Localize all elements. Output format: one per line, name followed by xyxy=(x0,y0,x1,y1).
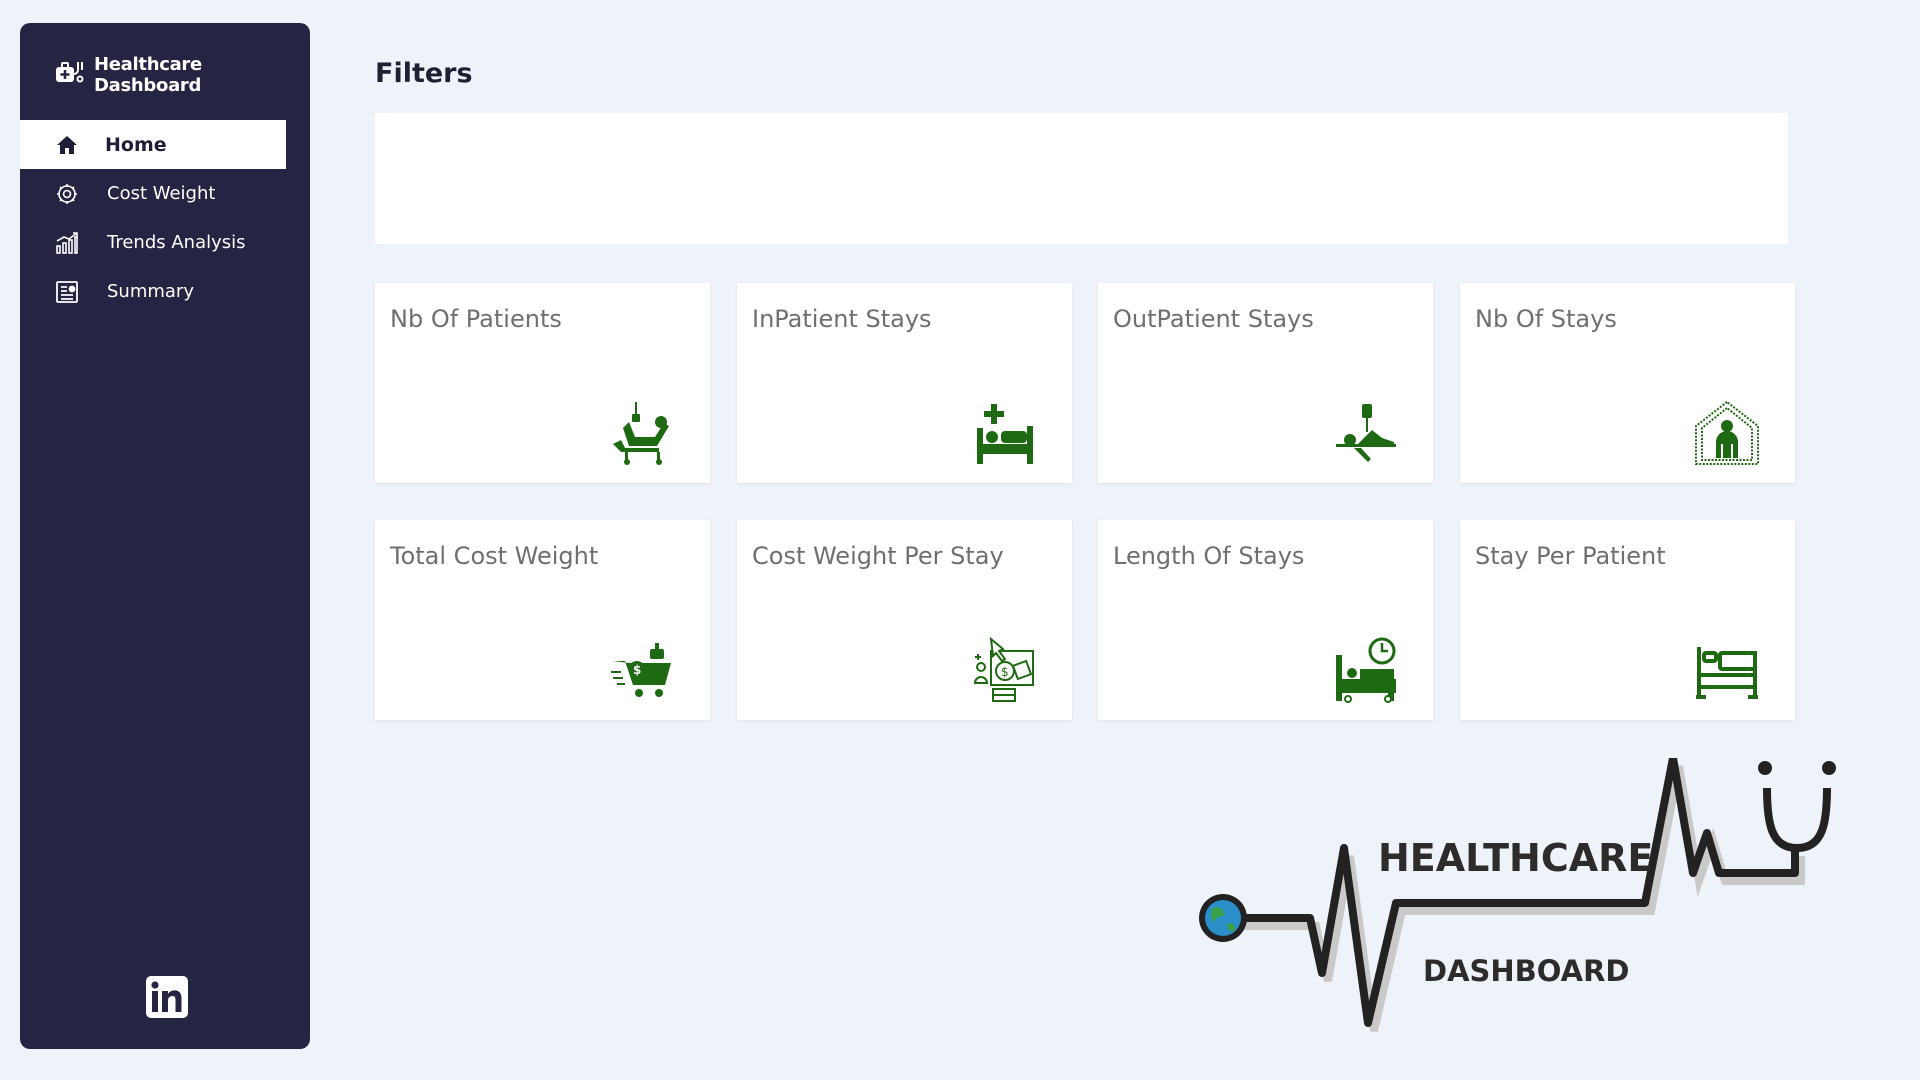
kpi-card-nb-of-stays[interactable]: Nb Of Stays xyxy=(1460,283,1795,483)
kpi-card-inpatient-stays[interactable]: InPatient Stays xyxy=(737,283,1072,483)
svg-text:$: $ xyxy=(1001,665,1009,679)
bed-outline-icon xyxy=(1694,637,1760,703)
sidebar-item-summary[interactable]: Summary xyxy=(20,267,310,316)
logo-line-2: DASHBOARD xyxy=(1423,954,1630,988)
cost-cart-icon: $ xyxy=(609,637,675,703)
kpi-card-outpatient-stays[interactable]: OutPatient Stays xyxy=(1098,283,1433,483)
card-title: Cost Weight Per Stay xyxy=(752,542,1004,570)
filters-title: Filters xyxy=(375,58,473,89)
card-title: InPatient Stays xyxy=(752,305,932,333)
kpi-card-length-of-stays[interactable]: Length Of Stays xyxy=(1098,520,1433,720)
sidebar-item-home[interactable]: Home xyxy=(20,120,286,169)
summary-icon xyxy=(54,279,80,305)
linkedin-icon[interactable] xyxy=(146,976,188,1018)
trends-icon xyxy=(54,230,80,256)
card-title: Stay Per Patient xyxy=(1475,542,1666,570)
sidebar-item-label: Trends Analysis xyxy=(107,232,246,253)
home-icon xyxy=(54,132,80,158)
outpatient-iv-icon xyxy=(1332,400,1398,466)
sidebar-nav: Home Cost Weight Trends Analysis Summary xyxy=(20,120,310,316)
sidebar-item-cost-weight[interactable]: Cost Weight xyxy=(20,169,310,218)
app-title: Healthcare Dashboard xyxy=(94,54,202,96)
kpi-card-cost-weight-per-stay[interactable]: Cost Weight Per Stay $ xyxy=(737,520,1072,720)
logo-line-1: HEALTHCARE xyxy=(1378,836,1653,880)
sidebar-item-label: Home xyxy=(105,133,167,156)
sidebar-item-label: Cost Weight xyxy=(107,183,216,204)
bed-clock-icon xyxy=(1332,637,1398,703)
sidebar-item-label: Summary xyxy=(107,281,194,302)
card-title: Nb Of Stays xyxy=(1475,305,1617,333)
kpi-card-stay-per-patient[interactable]: Stay Per Patient xyxy=(1460,520,1795,720)
medical-kit-stethoscope-icon xyxy=(54,59,86,92)
filters-panel[interactable] xyxy=(375,113,1788,244)
card-title: OutPatient Stays xyxy=(1113,305,1314,333)
patient-recliner-icon xyxy=(609,400,675,466)
healthcare-dashboard-logo: HEALTHCARE DASHBOARD xyxy=(1195,754,1895,1033)
brand: Healthcare Dashboard xyxy=(54,54,310,96)
card-title: Nb Of Patients xyxy=(390,305,562,333)
house-person-icon xyxy=(1694,400,1760,466)
kpi-card-total-cost-weight[interactable]: Total Cost Weight $ xyxy=(375,520,710,720)
card-title: Total Cost Weight xyxy=(390,542,599,570)
cost-weight-icon xyxy=(54,181,80,207)
hospital-bed-icon xyxy=(971,400,1037,466)
svg-text:$: $ xyxy=(633,663,641,677)
card-title: Length Of Stays xyxy=(1113,542,1305,570)
sidebar: Healthcare Dashboard Home Cost Weight Tr… xyxy=(20,23,310,1049)
kpi-card-nb-of-patients[interactable]: Nb Of Patients xyxy=(375,283,710,483)
sidebar-item-trends-analysis[interactable]: Trends Analysis xyxy=(20,218,310,267)
cost-per-stay-icon: $ xyxy=(971,636,1037,703)
